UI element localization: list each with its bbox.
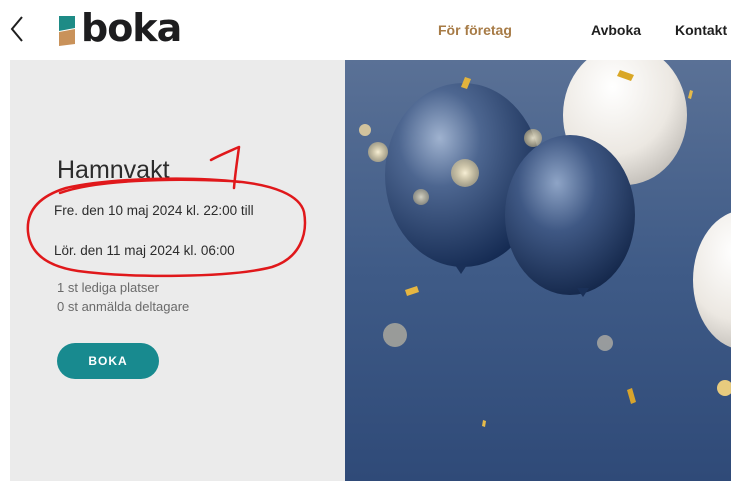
logo[interactable]: boka [57,6,187,52]
header: boka För företag Avboka Kontakt [0,0,731,60]
available-spots: 1 st lediga platser [57,280,159,295]
event-info-panel: Hamnvakt Fre. den 10 maj 2024 kl. 22:00 … [10,60,345,481]
event-start-date: Fre. den 10 maj 2024 kl. 22:00 till [54,203,254,218]
logo-text: boka [81,6,182,50]
back-button[interactable] [4,12,32,46]
registered-participants: 0 st anmälda deltagare [57,299,190,314]
event-end-date: Lör. den 11 maj 2024 kl. 06:00 [54,243,235,258]
event-title: Hamnvakt [57,156,170,184]
logo-mark-icon [59,16,75,46]
nav-kontakt[interactable]: Kontakt [675,22,727,38]
balloons-image [345,60,731,481]
boka-button[interactable]: BOKA [57,343,159,379]
nav-for-foretag[interactable]: För företag [438,22,512,38]
hero-image [345,60,731,481]
chevron-left-icon [10,16,23,42]
nav-avboka[interactable]: Avboka [591,22,641,38]
